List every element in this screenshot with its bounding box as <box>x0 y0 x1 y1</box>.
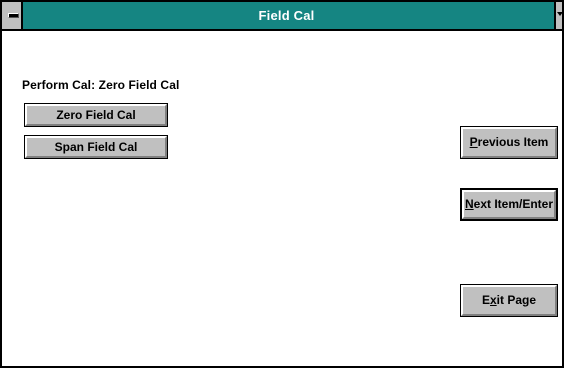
exit-page-label-rest: it Page <box>496 293 537 307</box>
previous-item-label: Previous Item <box>470 135 549 149</box>
span-field-cal-button[interactable]: Span Field Cal <box>24 135 168 159</box>
previous-item-label-rest: revious Item <box>477 135 549 149</box>
next-item-label: Next Item/Enter <box>465 197 553 211</box>
zero-field-cal-button[interactable]: Zero Field Cal <box>24 103 168 127</box>
span-field-cal-label: Span Field Cal <box>54 140 138 154</box>
next-item-label-rest: ext Item/Enter <box>473 197 554 211</box>
exit-page-button[interactable]: Exit Page <box>460 284 558 317</box>
perform-cal-label: Perform Cal: Zero Field Cal <box>22 78 180 92</box>
previous-item-button[interactable]: Previous Item <box>460 126 558 159</box>
field-cal-window: Field Cal Perform Cal: Zero Field Cal Ze… <box>0 0 564 368</box>
next-item-mnemonic: N <box>464 197 474 211</box>
exit-page-label: Exit Page <box>482 293 536 307</box>
scroll-arrow-icon[interactable] <box>554 2 563 29</box>
system-menu-icon[interactable] <box>2 2 23 29</box>
window-title: Field Cal <box>258 8 315 23</box>
next-item-enter-button[interactable]: Next Item/Enter <box>460 188 558 221</box>
exit-page-mnemonic: x <box>489 293 497 307</box>
zero-field-cal-label: Zero Field Cal <box>56 108 136 122</box>
exit-page-label-pre: E <box>481 293 490 307</box>
title-bar[interactable]: Field Cal <box>2 2 563 31</box>
previous-item-mnemonic: P <box>469 135 478 149</box>
